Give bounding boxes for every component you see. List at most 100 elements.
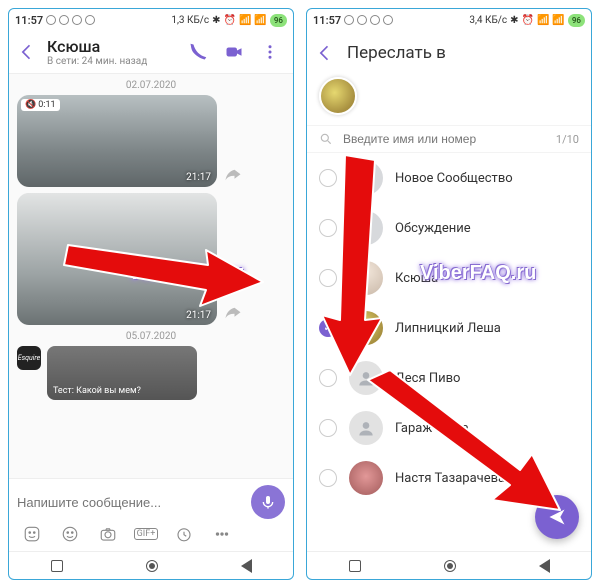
chat-subtitle: В сети: 24 мин. назад	[47, 56, 175, 67]
avatar	[349, 311, 383, 345]
status-indicator-icon	[383, 15, 393, 25]
wifi-icon: 📶	[254, 15, 266, 26]
gif-icon[interactable]: GIF+	[135, 523, 157, 545]
radio-unchecked-icon[interactable]	[319, 269, 337, 287]
contact-list: Новое Сообщество Обсуждение Ксюша Липниц…	[307, 153, 591, 551]
link-caption: Тест: Какой вы мем?	[53, 386, 191, 396]
radio-unchecked-icon[interactable]	[319, 169, 337, 187]
status-time: 11:57	[15, 14, 43, 27]
date-separator: 02.07.2020	[17, 80, 285, 91]
radio-unchecked-icon[interactable]	[319, 219, 337, 237]
mute-icon: 🔇 0:11	[21, 99, 60, 111]
list-item[interactable]: Гараж Мира	[307, 403, 591, 453]
radio-checked-icon[interactable]	[319, 319, 337, 337]
home-button[interactable]	[146, 560, 158, 572]
signal-icon: 📶	[239, 15, 251, 26]
radio-unchecked-icon[interactable]	[319, 469, 337, 487]
home-button[interactable]	[444, 560, 456, 572]
avatar	[349, 261, 383, 295]
status-indicator-icon	[72, 15, 82, 25]
status-indicator-icon	[46, 15, 56, 25]
recent-apps-button[interactable]	[51, 560, 63, 572]
list-item[interactable]: Обсуждение	[307, 203, 591, 253]
search-icon	[319, 132, 333, 146]
video-call-button[interactable]	[221, 39, 247, 65]
more-icon[interactable]	[211, 523, 233, 545]
list-item[interactable]: Новое Сообщество	[307, 153, 591, 203]
date-separator: 05.07.2020	[17, 331, 285, 342]
signal-icon: 📶	[537, 15, 549, 26]
status-network: 1,3 КБ/с	[171, 15, 209, 26]
back-button[interactable]	[17, 42, 37, 62]
avatar	[349, 361, 383, 395]
emoji-icon[interactable]	[59, 523, 81, 545]
link-card[interactable]: Тест: Какой вы мем?	[47, 346, 197, 400]
list-item[interactable]: Липницкий Леша	[307, 303, 591, 353]
bluetooth-icon: ✱	[212, 15, 220, 26]
message-time: 21:17	[186, 172, 211, 183]
status-indicator-icon	[59, 15, 69, 25]
send-button[interactable]	[535, 495, 579, 539]
status-bar: 11:57 3,4 КБ/с ✱ ⏰ 📶 📶 96	[307, 9, 591, 31]
list-item[interactable]: Ксюша	[307, 253, 591, 303]
alarm-icon: ⏰	[224, 15, 236, 26]
video-message[interactable]: 21:17	[17, 193, 217, 325]
chat-header: Ксюша В сети: 24 мин. назад	[9, 31, 293, 74]
avatar	[349, 411, 383, 445]
status-indicator-icon	[344, 15, 354, 25]
avatar	[349, 211, 383, 245]
message-time: 21:17	[186, 310, 211, 321]
selected-avatar[interactable]	[319, 77, 357, 115]
forward-header: Переслать в	[307, 31, 591, 73]
recent-apps-button[interactable]	[349, 560, 361, 572]
contact-name: Настя Тазарачева Теле2	[395, 471, 544, 486]
android-nav-bar	[307, 551, 591, 579]
contact-name: Гараж Мира	[395, 421, 469, 436]
video-message[interactable]: 🔇 0:11 21:17	[17, 95, 217, 187]
selected-recipients	[307, 73, 591, 125]
timer-icon[interactable]	[173, 523, 195, 545]
forward-button[interactable]	[221, 301, 245, 325]
chat-title: Ксюша	[47, 37, 175, 56]
back-nav-button[interactable]	[539, 559, 550, 573]
composer: GIF+	[9, 478, 293, 551]
selection-counter: 1/10	[556, 133, 579, 146]
sender-avatar[interactable]: Esquire	[17, 346, 41, 370]
search-input[interactable]	[343, 132, 546, 146]
contact-name: Обсуждение	[395, 221, 471, 236]
screenshot-forward: 11:57 3,4 КБ/с ✱ ⏰ 📶 📶 96 Переслать в 1/…	[306, 8, 592, 580]
list-item[interactable]: Деся Пиво	[307, 353, 591, 403]
radio-unchecked-icon[interactable]	[319, 419, 337, 437]
sticker-icon[interactable]	[21, 523, 43, 545]
page-title: Переслать в	[347, 43, 446, 63]
voice-call-button[interactable]	[185, 39, 211, 65]
avatar	[349, 161, 383, 195]
wifi-icon: 📶	[552, 15, 564, 26]
radio-unchecked-icon[interactable]	[319, 369, 337, 387]
more-menu-button[interactable]	[257, 39, 283, 65]
camera-icon[interactable]	[97, 523, 119, 545]
search-row: 1/10	[307, 125, 591, 153]
contact-name: Липницкий Леша	[395, 321, 501, 336]
alarm-icon: ⏰	[522, 15, 534, 26]
status-time: 11:57	[313, 14, 341, 27]
android-nav-bar	[9, 551, 293, 579]
contact-name: Ксюша	[395, 271, 438, 286]
status-network: 3,4 КБ/с	[469, 15, 507, 26]
chat-body: 02.07.2020 🔇 0:11 21:17 21:17 05.07	[9, 74, 293, 478]
battery-indicator: 96	[568, 14, 585, 27]
status-bar: 11:57 1,3 КБ/с ✱ ⏰ 📶 📶 96	[9, 9, 293, 31]
battery-indicator: 96	[270, 14, 287, 27]
status-indicator-icon	[370, 15, 380, 25]
contact-name: Новое Сообщество	[395, 171, 513, 186]
back-button[interactable]	[315, 43, 335, 63]
contact-name: Деся Пиво	[395, 371, 460, 386]
message-input[interactable]	[17, 495, 243, 510]
voice-message-button[interactable]	[251, 485, 285, 519]
bluetooth-icon: ✱	[510, 15, 518, 26]
back-nav-button[interactable]	[241, 559, 252, 573]
avatar	[349, 461, 383, 495]
status-indicator-icon	[85, 15, 95, 25]
forward-button[interactable]	[221, 163, 245, 187]
screenshot-chat: 11:57 1,3 КБ/с ✱ ⏰ 📶 📶 96 Ксюша В сети: …	[8, 8, 294, 580]
